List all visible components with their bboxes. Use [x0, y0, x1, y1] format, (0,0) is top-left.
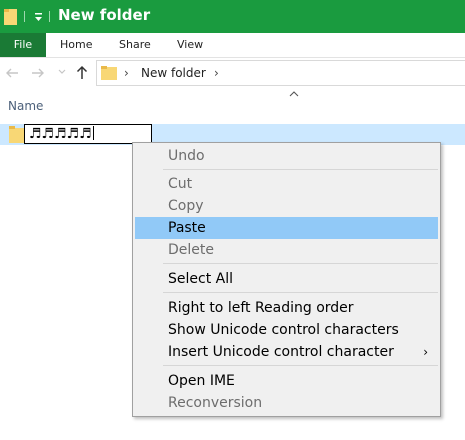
menu-separator: [163, 263, 438, 264]
breadcrumb-chevron-icon[interactable]: ›: [214, 66, 219, 80]
folder-icon: [9, 126, 25, 143]
menu-item-cut[interactable]: Cut: [135, 173, 438, 195]
tab-home[interactable]: Home: [60, 33, 92, 57]
title-bar: New folder: [0, 0, 465, 33]
forward-arrow-icon[interactable]: [31, 66, 45, 80]
text-cursor: [92, 126, 94, 140]
menu-item-insert-unicode-label: Insert Unicode control character: [168, 344, 394, 360]
menu-separator: [163, 292, 438, 293]
quick-access-separator: [49, 11, 50, 22]
address-bar[interactable]: › New folder ›: [96, 60, 465, 86]
menu-item-select-all[interactable]: Select All: [135, 268, 438, 290]
folder-icon: [101, 66, 117, 80]
window-title: New folder: [58, 6, 151, 24]
ribbon: File Home Share View: [0, 33, 465, 58]
back-arrow-icon[interactable]: [5, 66, 19, 80]
menu-item-copy[interactable]: Copy: [135, 195, 438, 217]
menu-item-show-unicode[interactable]: Show Unicode control characters: [135, 319, 438, 341]
menu-item-paste[interactable]: Paste: [135, 217, 438, 239]
customize-quick-access-icon[interactable]: [34, 10, 43, 24]
tab-view[interactable]: View: [177, 33, 203, 57]
folder-icon[interactable]: [4, 8, 17, 25]
breadcrumb-new-folder[interactable]: New folder: [141, 66, 206, 80]
tab-share[interactable]: Share: [119, 33, 151, 57]
quick-access-separator: [24, 11, 25, 22]
menu-item-right-to-left[interactable]: Right to left Reading order: [135, 297, 438, 319]
breadcrumb-chevron-icon[interactable]: ›: [124, 66, 129, 80]
submenu-chevron-icon: ›: [423, 345, 428, 359]
menu-separator: [163, 365, 438, 366]
menu-item-undo[interactable]: Undo: [135, 145, 438, 167]
navigation-bar: › New folder ›: [0, 58, 465, 90]
menu-item-open-ime[interactable]: Open IME: [135, 370, 438, 392]
menu-item-reconversion[interactable]: Reconversion: [135, 392, 438, 414]
tab-file[interactable]: File: [0, 33, 46, 57]
context-menu: Undo Cut Copy Paste Delete Select All Ri…: [132, 142, 441, 417]
up-arrow-icon[interactable]: [76, 65, 88, 80]
menu-separator: [163, 169, 438, 170]
rename-input-text: ♬♬♬♬♬: [29, 126, 92, 142]
recent-locations-chevron-icon[interactable]: [58, 69, 66, 75]
column-header-name[interactable]: Name: [8, 99, 43, 113]
menu-item-delete[interactable]: Delete: [135, 239, 438, 261]
sort-ascending-icon: [289, 91, 299, 97]
rename-input[interactable]: ♬♬♬♬♬: [24, 124, 152, 144]
menu-item-insert-unicode[interactable]: Insert Unicode control character ›: [135, 341, 438, 363]
